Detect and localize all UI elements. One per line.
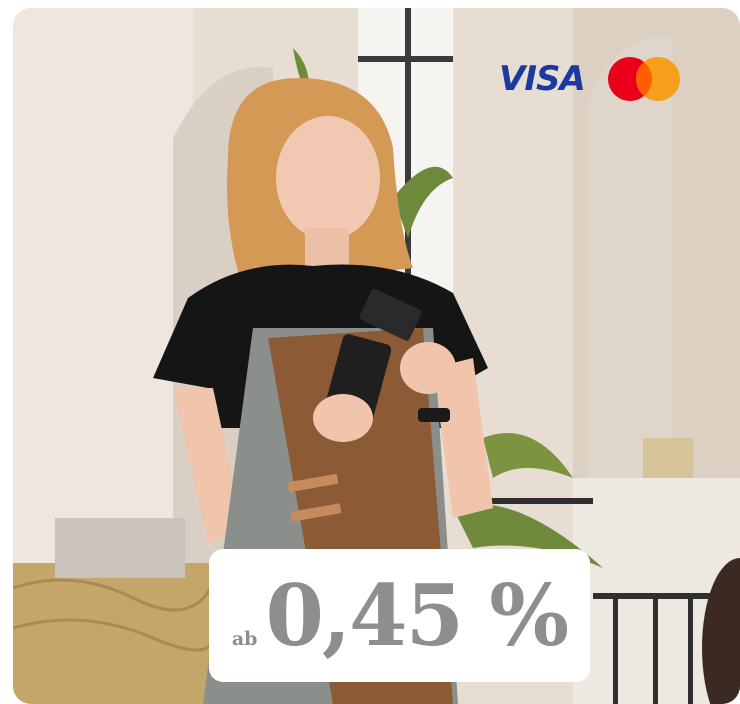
rate-value: 0,45 % <box>265 566 569 665</box>
mastercard-logo-icon <box>607 56 681 102</box>
visa-logo: VISA <box>499 59 586 99</box>
rate-badge: ab 0,45 % <box>209 549 590 682</box>
rate-prefix: ab <box>231 628 258 650</box>
payment-brands: VISA <box>499 56 681 102</box>
